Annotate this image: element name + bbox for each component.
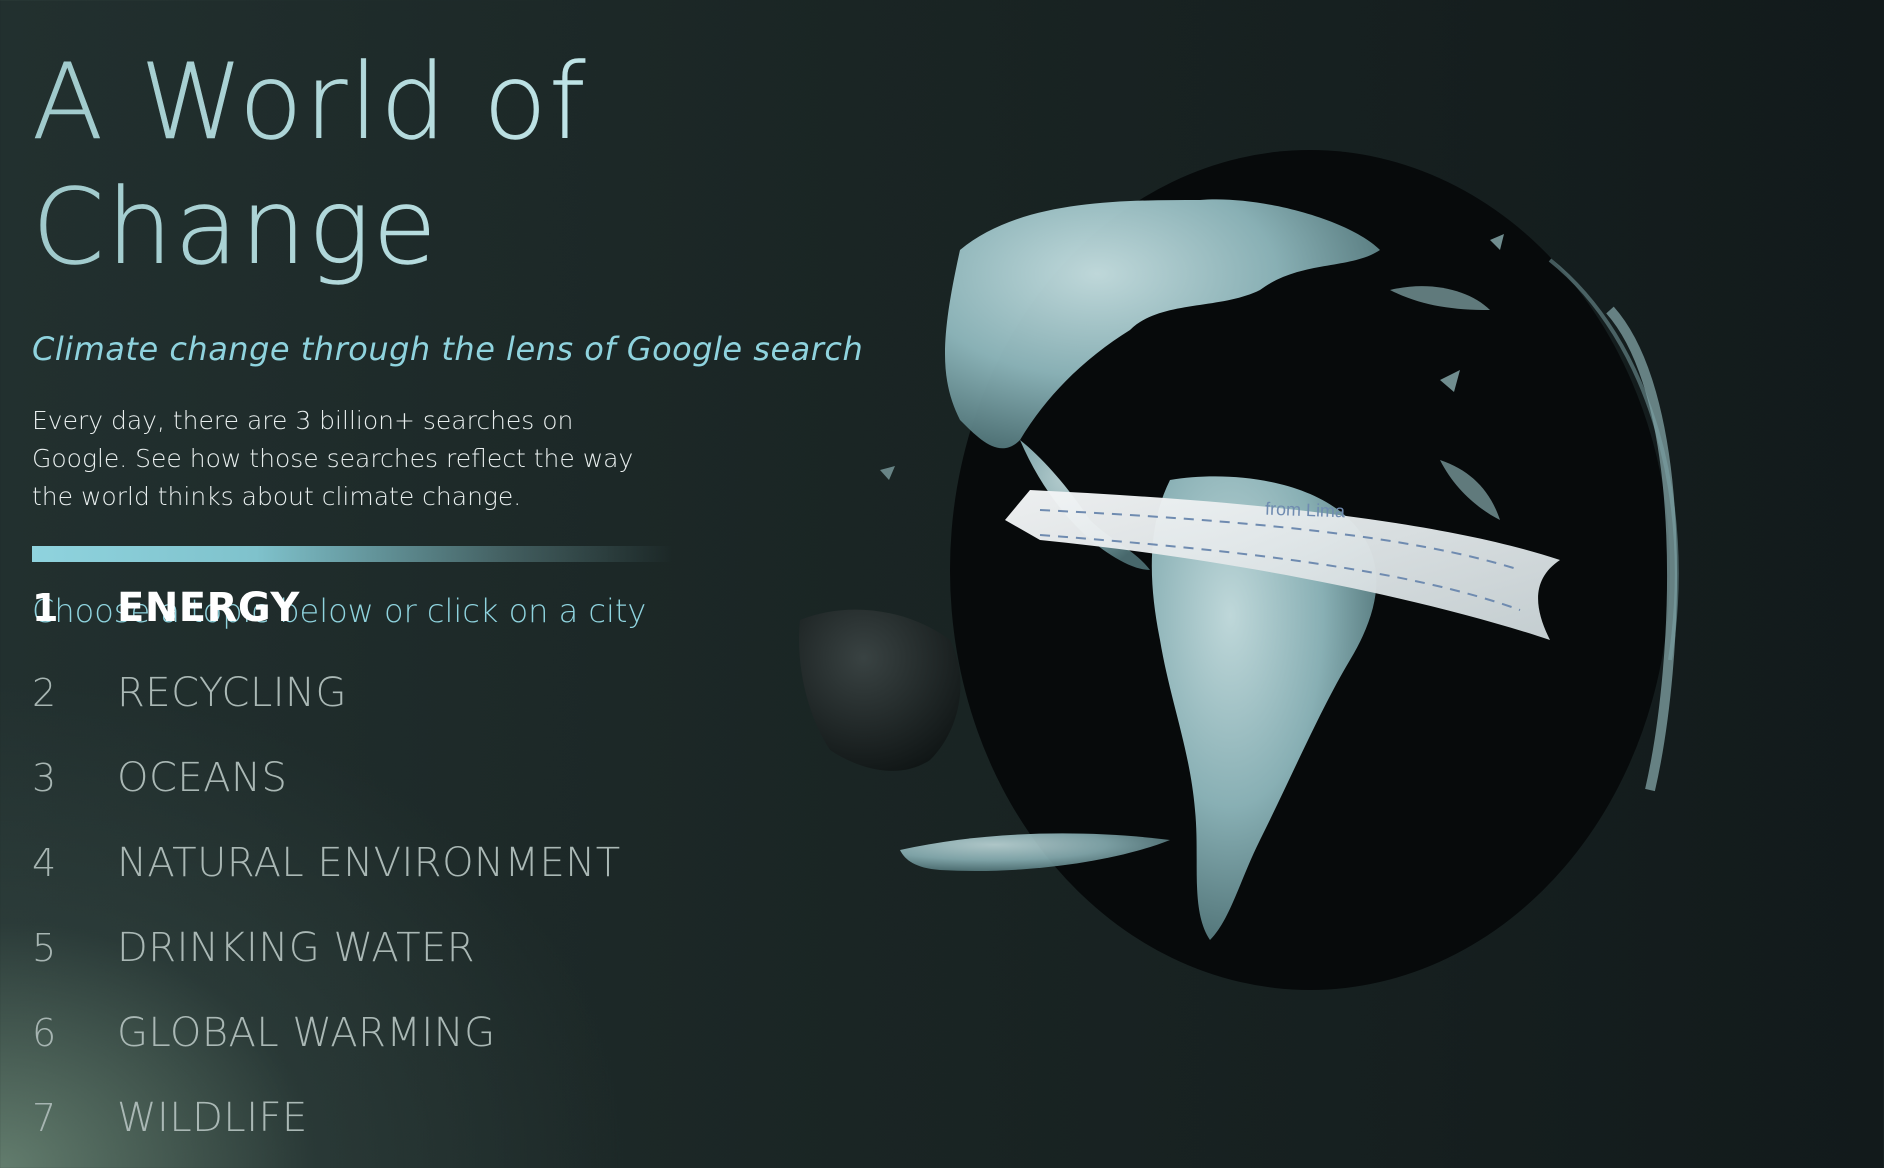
topic-label: RECYCLING bbox=[117, 670, 347, 716]
topic-label: DRINKING WATER bbox=[117, 925, 476, 971]
topic-list: 1 ENERGY 2 RECYCLING 3 OCEANS 4 NATURAL … bbox=[32, 585, 621, 1168]
topic-label: WILDLIFE bbox=[117, 1095, 308, 1141]
gradient-divider bbox=[32, 546, 672, 562]
topic-number: 7 bbox=[32, 1096, 57, 1140]
banner-label: from Lima bbox=[1264, 498, 1346, 522]
globe-graphic bbox=[799, 150, 1679, 990]
topic-number: 3 bbox=[32, 756, 57, 800]
topic-item-oceans[interactable]: 3 OCEANS bbox=[32, 755, 621, 840]
topic-number: 1 bbox=[32, 586, 59, 630]
topic-number: 4 bbox=[32, 841, 57, 885]
topic-item-global-warming[interactable]: 6 GLOBAL WARMING bbox=[32, 1010, 621, 1095]
topic-item-drinking-water[interactable]: 5 DRINKING WATER bbox=[32, 925, 621, 1010]
topic-item-natural-environment[interactable]: 4 NATURAL ENVIRONMENT bbox=[32, 840, 621, 925]
topic-number: 6 bbox=[32, 1011, 57, 1055]
topic-item-recycling[interactable]: 2 RECYCLING bbox=[32, 670, 621, 755]
interactive-globe[interactable] bbox=[790, 140, 1884, 1070]
topic-number: 2 bbox=[32, 671, 57, 715]
topic-label: ENERGY bbox=[117, 585, 300, 631]
topic-number: 5 bbox=[32, 926, 57, 970]
topic-label: GLOBAL WARMING bbox=[117, 1010, 496, 1056]
topic-item-energy[interactable]: 1 ENERGY bbox=[32, 585, 621, 670]
intro-description: Every day, there are 3 billion+ searches… bbox=[32, 406, 634, 511]
topic-label: OCEANS bbox=[117, 755, 288, 801]
australia-shape bbox=[799, 609, 961, 771]
topic-item-wildlife[interactable]: 7 WILDLIFE bbox=[32, 1095, 621, 1168]
topic-label: NATURAL ENVIRONMENT bbox=[117, 840, 621, 886]
